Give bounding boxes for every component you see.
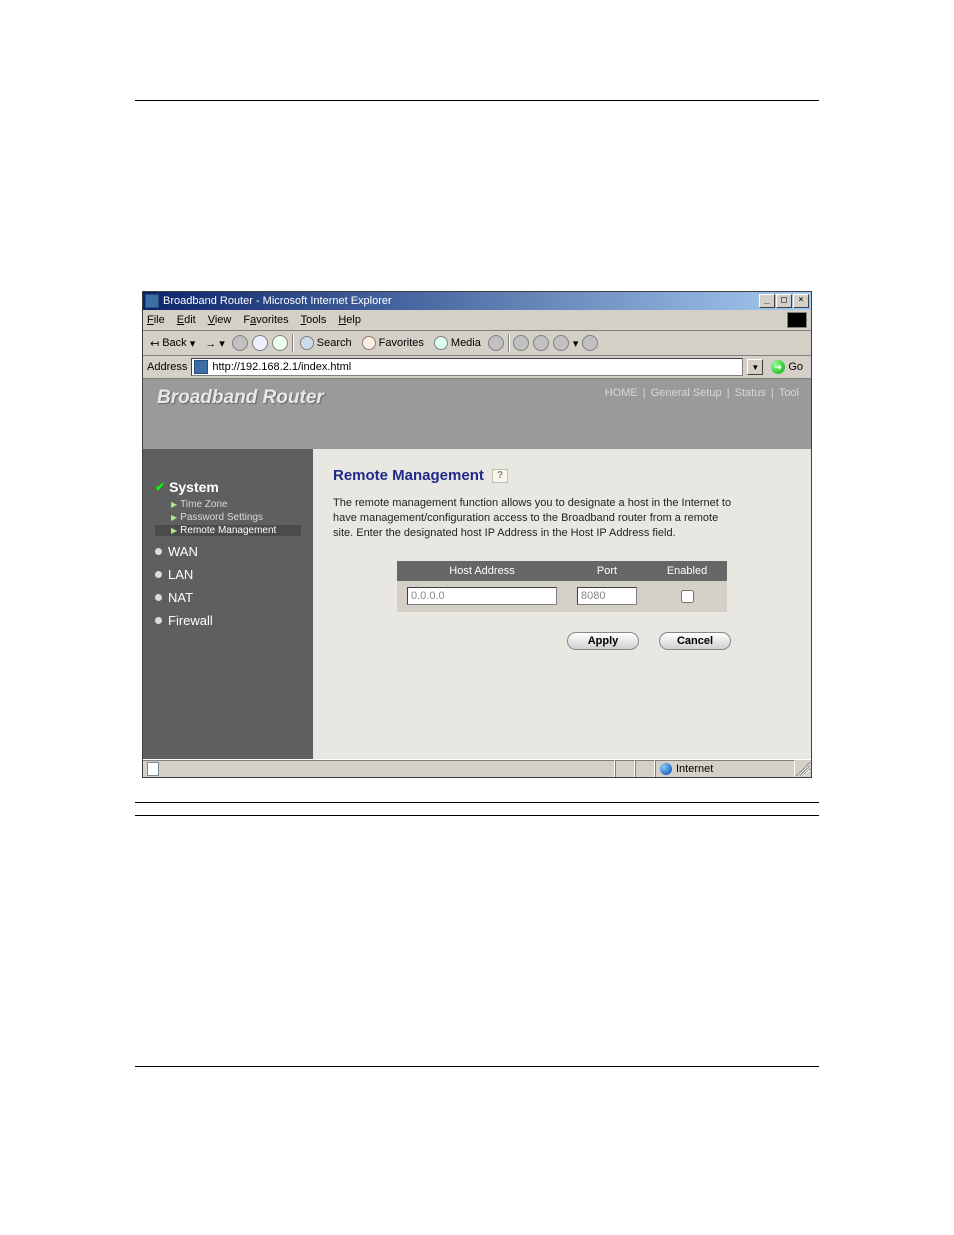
window-title: Broadband Router - Microsoft Internet Ex…	[163, 295, 759, 307]
address-label: Address	[147, 361, 187, 373]
status-cell	[635, 760, 655, 777]
triangle-icon: ▶	[171, 526, 177, 535]
col-port: Port	[567, 561, 647, 581]
link-status[interactable]: Status	[735, 387, 766, 399]
host-address-input[interactable]	[407, 587, 557, 605]
link-general-setup[interactable]: General Setup	[651, 387, 722, 399]
mail-icon[interactable]	[513, 335, 529, 351]
menu-help[interactable]: Help	[338, 314, 361, 326]
remote-management-table: Host Address Port Enabled	[397, 561, 727, 612]
sidebar-item-remote-management[interactable]: ▶ Remote Management	[155, 525, 301, 536]
toolbar: ↤ Back ▾ → ▾ Search Favorites Media ▾	[143, 331, 811, 356]
search-button[interactable]: Search	[297, 335, 355, 351]
done-icon	[147, 762, 159, 776]
sidebar-item-system[interactable]: ✔ System	[155, 479, 301, 495]
refresh-icon[interactable]	[252, 335, 268, 351]
back-button[interactable]: ↤ Back ▾	[147, 336, 198, 351]
help-icon[interactable]: ?	[492, 469, 508, 483]
ie-logo-icon	[787, 312, 807, 328]
close-button[interactable]: ×	[793, 294, 809, 308]
bullet-icon	[155, 594, 162, 601]
menu-edit[interactable]: Edit	[177, 314, 196, 326]
page-content: Broadband Router HOME | General Setup | …	[143, 379, 811, 777]
address-dropdown-icon[interactable]: ▼	[747, 359, 763, 375]
sidebar: ✔ System ▶ Time Zone ▶ Password Settings…	[143, 449, 313, 759]
go-button[interactable]: ➜ Go	[767, 360, 807, 374]
resize-grip-icon[interactable]	[796, 762, 810, 776]
check-icon: ✔	[155, 480, 165, 494]
titlebar: Broadband Router - Microsoft Internet Ex…	[143, 292, 811, 310]
discuss-icon[interactable]	[582, 335, 598, 351]
sidebar-item-password-settings[interactable]: ▶ Password Settings	[155, 512, 301, 523]
config-page: Remote Management ? The remote managemen…	[313, 449, 811, 759]
go-label: Go	[788, 361, 803, 373]
enabled-checkbox[interactable]	[681, 590, 694, 603]
history-icon[interactable]	[488, 335, 504, 351]
page-title: Remote Management ?	[333, 467, 791, 484]
sidebar-item-nat[interactable]: NAT	[155, 590, 301, 605]
port-input[interactable]	[577, 587, 637, 605]
page-description: The remote management function allows yo…	[333, 496, 733, 541]
menu-view[interactable]: View	[208, 314, 232, 326]
go-arrow-icon: ➜	[771, 360, 785, 374]
sidebar-item-time-zone[interactable]: ▶ Time Zone	[155, 499, 301, 510]
cancel-button[interactable]: Cancel	[659, 632, 731, 650]
sidebar-system-label: System	[169, 479, 219, 495]
status-zone: Internet	[655, 760, 795, 777]
home-icon[interactable]	[272, 335, 288, 351]
sidebar-item-firewall[interactable]: Firewall	[155, 613, 301, 628]
page-favicon-icon	[194, 360, 208, 374]
bullet-icon	[155, 617, 162, 624]
col-enabled: Enabled	[647, 561, 727, 581]
globe-icon	[660, 763, 672, 775]
edit-icon[interactable]	[553, 335, 569, 351]
address-value: http://192.168.2.1/index.html	[212, 361, 351, 373]
sidebar-item-lan[interactable]: LAN	[155, 567, 301, 582]
status-cell	[615, 760, 635, 777]
minimize-button[interactable]: _	[759, 294, 775, 308]
menu-file[interactable]: File	[147, 314, 165, 326]
col-host-address: Host Address	[397, 561, 567, 581]
triangle-icon: ▶	[171, 500, 177, 509]
dropdown-icon[interactable]: ▾	[573, 337, 579, 350]
stop-icon[interactable]	[232, 335, 248, 351]
browser-window: Broadband Router - Microsoft Internet Ex…	[142, 291, 812, 778]
apply-button[interactable]: Apply	[567, 632, 639, 650]
banner: Broadband Router HOME | General Setup | …	[143, 379, 811, 449]
menubar: File Edit View Favorites Tools Help	[143, 310, 811, 331]
favorites-button[interactable]: Favorites	[359, 335, 427, 351]
triangle-icon: ▶	[171, 513, 177, 522]
bullet-icon	[155, 548, 162, 555]
bullet-icon	[155, 571, 162, 578]
forward-button[interactable]: → ▾	[202, 336, 228, 351]
media-button[interactable]: Media	[431, 335, 484, 351]
maximize-button[interactable]: □	[776, 294, 792, 308]
menu-favorites[interactable]: Favorites	[243, 314, 288, 326]
address-field[interactable]: http://192.168.2.1/index.html	[191, 358, 743, 376]
link-home[interactable]: HOME	[605, 387, 638, 399]
menu-tools[interactable]: Tools	[301, 314, 327, 326]
link-tool[interactable]: Tool	[779, 387, 799, 399]
quick-links: HOME | General Setup | Status | Tool	[603, 387, 801, 399]
print-icon[interactable]	[533, 335, 549, 351]
ie-icon	[145, 294, 159, 308]
sidebar-item-wan[interactable]: WAN	[155, 544, 301, 559]
status-bar: Internet	[143, 759, 811, 777]
address-bar: Address http://192.168.2.1/index.html ▼ …	[143, 356, 811, 379]
